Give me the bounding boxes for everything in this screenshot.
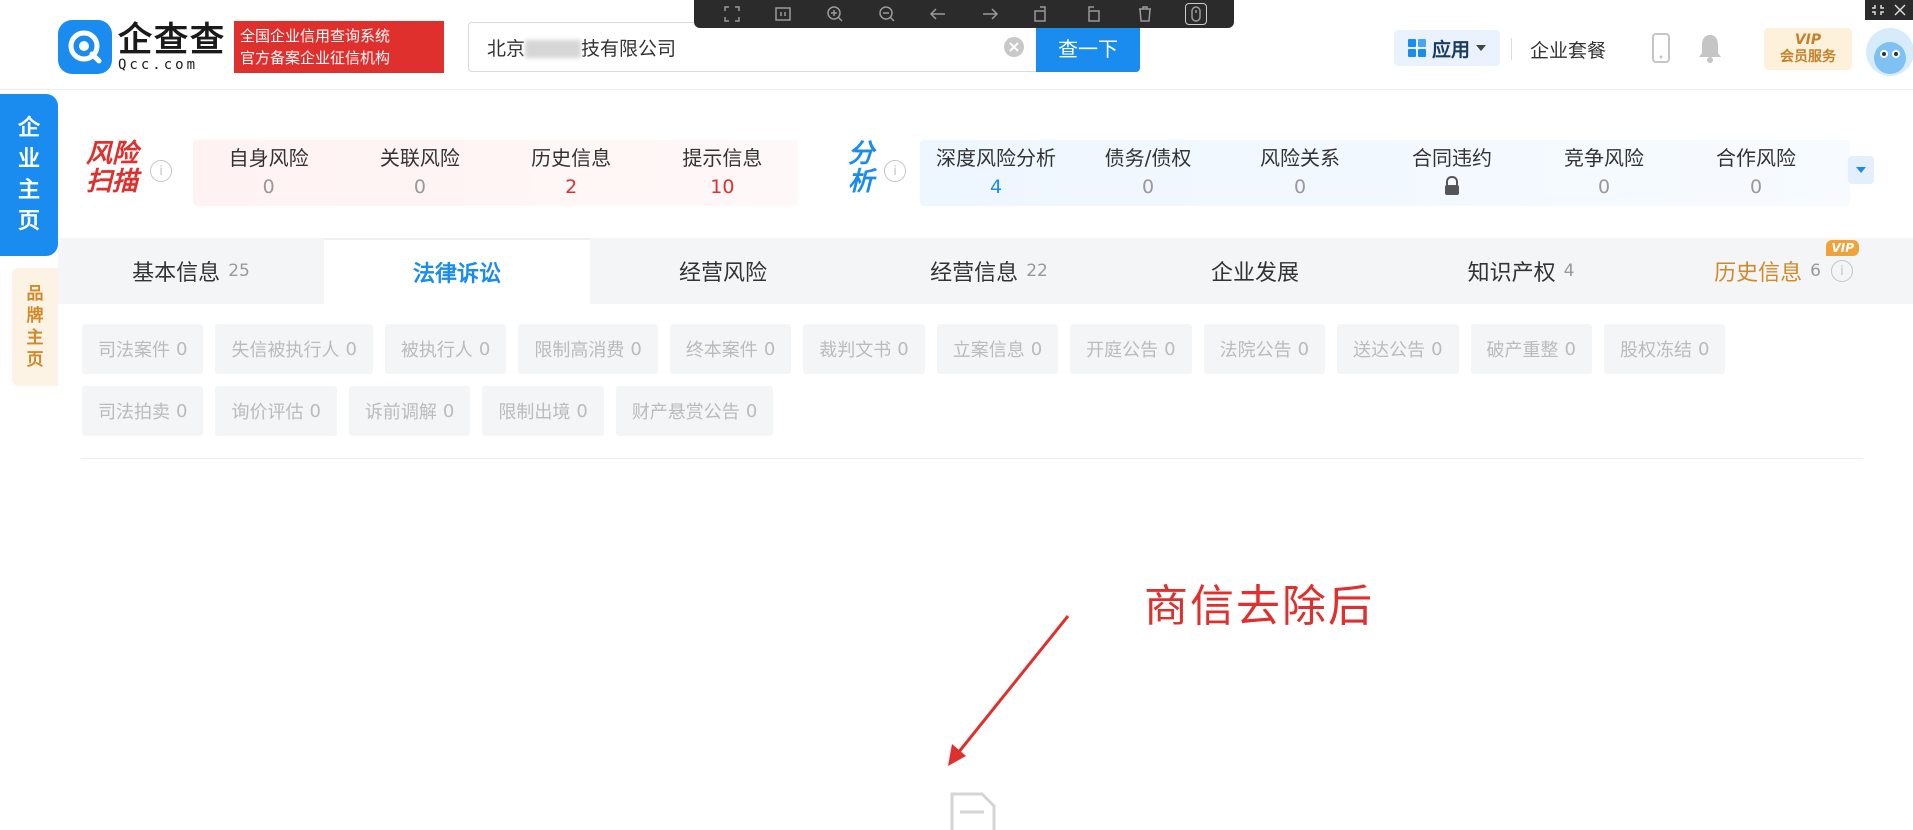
chip-row-2: 司法拍卖 0 询价评估 0 诉前调解 0 限制出境 0 财产悬赏公告 0: [82, 386, 1862, 436]
chevron-down-icon: [1476, 45, 1486, 51]
risk-scan-title: 风险 扫描: [86, 139, 139, 197]
apps-menu-button[interactable]: 应用: [1394, 30, 1500, 66]
chip-terminated-cases[interactable]: 终本案件 0: [669, 324, 792, 374]
mobile-icon[interactable]: [1650, 32, 1672, 64]
chip-executed-persons[interactable]: 被执行人 0: [384, 324, 507, 374]
rotate-icon[interactable]: [1030, 3, 1052, 25]
chip-filing-info[interactable]: 立案信息 0: [936, 324, 1059, 374]
analysis-title: 分 析: [848, 139, 875, 197]
scan-item-notice-info[interactable]: 提示信息 10: [647, 140, 798, 206]
annotation-arrow-icon: [948, 615, 1070, 766]
annotation-label: 商信去除后: [1144, 581, 1374, 632]
chip-price-evaluation[interactable]: 询价评估 0: [215, 386, 337, 436]
certification-badge: 全国企业信用查询系统 官方备案企业征信机构: [234, 21, 444, 73]
scan-item-related-risk[interactable]: 关联风险 0: [344, 140, 495, 206]
badge-line-2: 官方备案企业征信机构: [240, 49, 391, 67]
qcc-logo-icon: [58, 20, 112, 74]
chip-court-notices[interactable]: 法院公告 0: [1203, 324, 1326, 374]
brand-home-tab[interactable]: 品 牌 主 页: [12, 268, 58, 386]
info-icon[interactable]: i: [1830, 260, 1853, 282]
zoom-out-icon[interactable]: [876, 3, 898, 25]
grid-icon: [1407, 39, 1426, 57]
apps-label: 应用: [1431, 38, 1470, 61]
tab-legal-litigation[interactable]: 法律诉讼: [324, 238, 590, 304]
analysis-item-deep-risk[interactable]: 深度风险分析 4: [920, 140, 1072, 206]
chip-bankruptcy[interactable]: 破产重整 0: [1470, 324, 1592, 374]
analysis-item-risk-relation[interactable]: 风险关系 0: [1224, 140, 1376, 206]
restore-icon[interactable]: [1872, 4, 1884, 16]
main-tabs: 基本信息 25 法律诉讼 经营风险 经营信息 22 企业发展 知识产权 4 历史信息 6…: [58, 238, 1913, 304]
chip-property-reward-notice[interactable]: 财产悬赏公告 0: [615, 386, 774, 436]
logo-name: 企查查: [118, 20, 226, 60]
litigation-filter-chips: 司法案件 0 失信被执行人 0 被执行人 0 限制高消费 0 终本案件 0 裁判文书 0 立…: [82, 324, 1862, 448]
user-avatar[interactable]: [1866, 28, 1913, 76]
risk-scan-items: 自身风险 0 关联风险 0 历史信息 2 提示信息 10: [193, 140, 798, 206]
logo-domain: Qcc.com: [118, 57, 199, 73]
info-icon[interactable]: i: [150, 160, 172, 182]
tab-intellectual-property[interactable]: 知识产权 4: [1388, 238, 1654, 304]
clear-icon[interactable]: [1003, 36, 1025, 58]
tab-enterprise-development[interactable]: 企业发展: [1122, 238, 1388, 304]
next-arrow-icon[interactable]: [979, 3, 1001, 25]
mouse-mode-icon[interactable]: [1185, 3, 1208, 25]
redacted-text: [525, 40, 582, 58]
badge-line-1: 全国企业信用查询系统: [240, 27, 391, 45]
analysis-item-cooperation-risk[interactable]: 合作风险 0: [1680, 140, 1832, 206]
previous-arrow-icon[interactable]: [927, 3, 949, 25]
window-controls: [1865, 0, 1913, 20]
bell-icon[interactable]: [1696, 32, 1724, 64]
zoom-in-icon[interactable]: [824, 3, 846, 25]
analysis-item-debt[interactable]: 债务/债权 0: [1072, 140, 1224, 206]
scan-item-history-info[interactable]: 历史信息 2: [496, 140, 647, 206]
search-value[interactable]: 北京 技有限公司: [469, 34, 1003, 61]
actual-size-icon[interactable]: [772, 3, 794, 25]
vip-service-label: 会员服务: [1780, 49, 1836, 65]
fit-screen-icon[interactable]: [721, 3, 743, 25]
vip-label: VIP: [1794, 32, 1822, 48]
lock-icon: [1445, 176, 1459, 195]
chevron-down-icon: [1856, 167, 1866, 173]
chip-judicial-auction[interactable]: 司法拍卖 0: [82, 386, 204, 436]
enterprise-home-tab[interactable]: 企 业 主 页: [0, 94, 58, 256]
content-divider: [82, 458, 1862, 459]
tab-history-info[interactable]: 历史信息 6 i VIP: [1654, 238, 1913, 304]
empty-document-icon: [950, 792, 996, 830]
tab-business-risk[interactable]: 经营风险: [590, 238, 856, 304]
expand-analysis-button[interactable]: [1848, 156, 1874, 184]
enterprise-package-link[interactable]: 企业套餐: [1530, 36, 1606, 63]
analysis-item-contract-breach[interactable]: 合同违约: [1376, 140, 1528, 206]
vip-membership-button[interactable]: VIP 会员服务: [1764, 28, 1852, 70]
image-viewer-toolbar: [694, 0, 1234, 28]
delete-icon[interactable]: [1134, 3, 1156, 25]
analysis-item-competition-risk[interactable]: 竞争风险 0: [1528, 140, 1680, 206]
chip-hearing-notices[interactable]: 开庭公告 0: [1070, 324, 1192, 374]
company-search-input[interactable]: 北京 技有限公司: [468, 22, 1038, 72]
risk-scan-panel: 风险 扫描 i 自身风险 0 关联风险 0 历史信息 2 提示信息 10 分 析…: [58, 120, 1913, 220]
chip-judicial-cases[interactable]: 司法案件 0: [82, 324, 204, 374]
info-icon[interactable]: i: [884, 160, 906, 182]
qcc-logo[interactable]: 企查查 Qcc.com 全国企业信用查询系统 官方备案企业征信机构: [58, 20, 444, 74]
analysis-items: 深度风险分析 4 债务/债权 0 风险关系 0 合同违约 竞争风险 0 合作风险…: [920, 140, 1850, 206]
chip-consumption-restriction[interactable]: 限制高消费 0: [518, 324, 658, 374]
chip-dishonest-debtors[interactable]: 失信被执行人 0: [215, 324, 373, 374]
tab-basic-info[interactable]: 基本信息 25: [58, 238, 324, 304]
chip-judgment-documents[interactable]: 裁判文书 0: [803, 324, 925, 374]
chip-exit-restriction[interactable]: 限制出境 0: [482, 386, 604, 436]
vip-badge: VIP: [1826, 240, 1859, 256]
tab-business-info[interactable]: 经营信息 22: [856, 238, 1122, 304]
scan-item-self-risk[interactable]: 自身风险 0: [193, 140, 344, 206]
search-button[interactable]: 查一下: [1036, 22, 1140, 72]
close-icon[interactable]: [1894, 4, 1906, 16]
chip-pre-litigation-mediation[interactable]: 诉前调解 0: [348, 386, 471, 436]
chip-service-notices[interactable]: 送达公告 0: [1337, 324, 1459, 374]
rotate-left-icon[interactable]: [1082, 3, 1104, 25]
chip-row-1: 司法案件 0 失信被执行人 0 被执行人 0 限制高消费 0 终本案件 0 裁判文书 0 立…: [82, 324, 1862, 374]
header-divider: [1511, 38, 1512, 60]
chip-equity-freeze[interactable]: 股权冻结 0: [1603, 324, 1726, 374]
